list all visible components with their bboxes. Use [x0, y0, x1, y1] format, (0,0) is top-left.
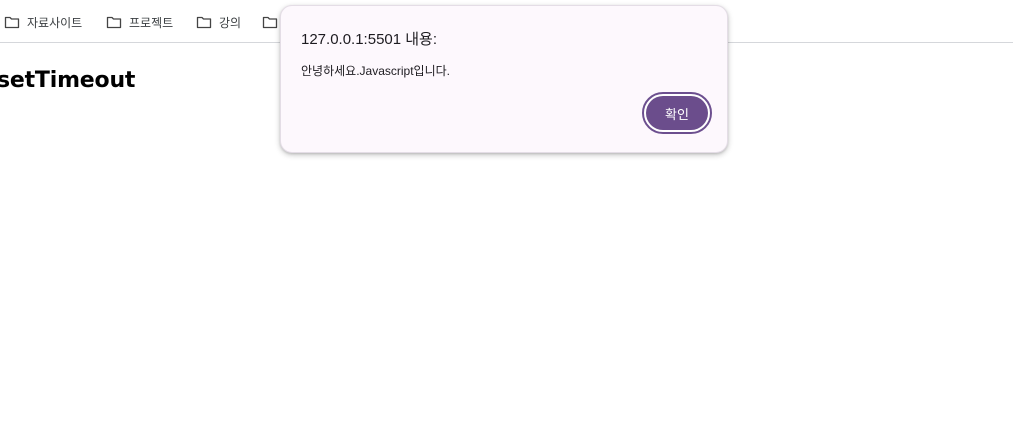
alert-dialog: 127.0.0.1:5501 내용: 안녕하세요.Javascript입니다. …: [280, 5, 728, 153]
bookmark-label: 프로젝트: [129, 15, 174, 30]
folder-icon: [106, 15, 122, 29]
folder-icon: [262, 15, 278, 29]
folder-icon: [4, 15, 20, 29]
folder-icon: [196, 15, 212, 29]
alert-message: 안녕하세요.Javascript입니다.: [301, 64, 451, 78]
page-title: setTimeout: [0, 68, 136, 93]
ok-button-label: 확인: [646, 96, 708, 130]
ok-button[interactable]: 확인: [642, 92, 712, 134]
bookmark-label: 강의: [219, 15, 242, 30]
bookmark-folder-projects[interactable]: 프로젝트: [106, 12, 173, 32]
bookmark-folder-resources[interactable]: 자료사이트: [4, 12, 82, 32]
bookmark-label: 자료사이트: [27, 15, 83, 30]
bookmark-folder-lectures[interactable]: 강의: [196, 12, 241, 32]
alert-origin-title: 127.0.0.1:5501 내용:: [301, 31, 438, 48]
